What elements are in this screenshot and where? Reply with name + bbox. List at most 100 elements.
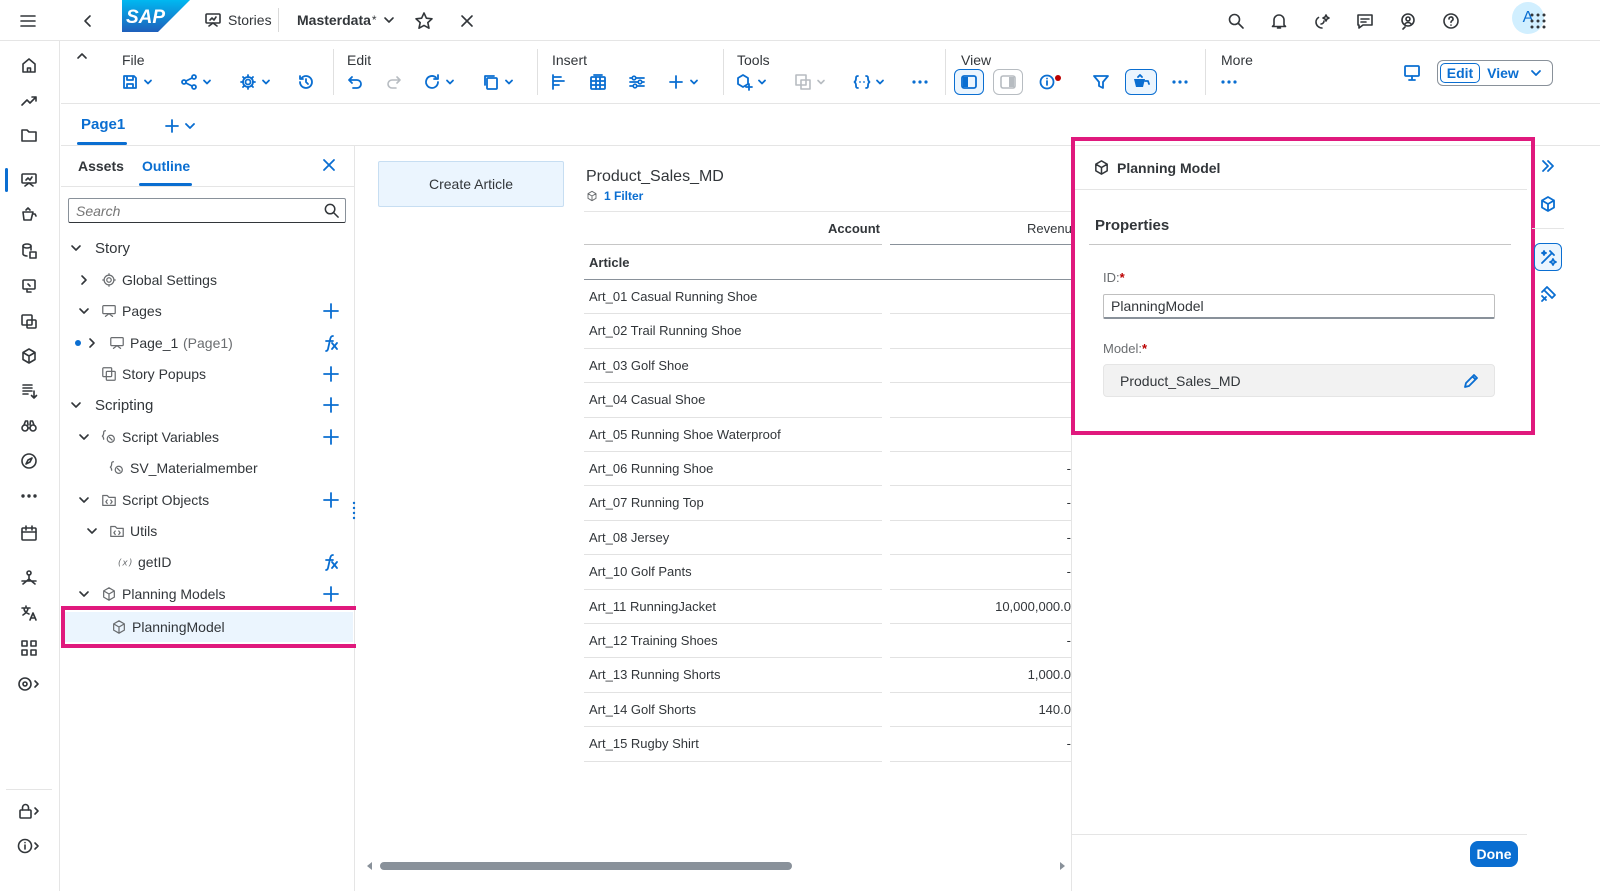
tree-node-story-popups[interactable]: Story Popups (61, 359, 355, 389)
add-scripting-icon[interactable] (321, 395, 341, 415)
edit-mode-button[interactable]: Edit (1440, 63, 1480, 83)
search-input[interactable] (76, 203, 316, 219)
close-icon[interactable] (452, 6, 482, 36)
redo-button[interactable] (385, 69, 403, 95)
right-panel-toggle[interactable] (993, 69, 1023, 95)
insert-more-button[interactable] (667, 69, 699, 95)
favorite-star-icon[interactable] (409, 6, 439, 36)
share-menu-button[interactable] (180, 69, 212, 95)
view-overflow-button[interactable] (1171, 69, 1189, 95)
insert-input-control-button[interactable] (628, 69, 646, 95)
table-cell-article[interactable]: Art_10 Golf Pants (589, 564, 692, 579)
analytic-applications-icon[interactable] (12, 200, 46, 230)
chevron-down-icon[interactable] (1530, 67, 1544, 81)
search-field[interactable] (68, 198, 346, 223)
tree-node-story[interactable]: Story (61, 233, 355, 263)
chevron-down-icon[interactable] (77, 493, 91, 507)
chevron-right-icon[interactable] (85, 336, 99, 350)
styling-brush-icon[interactable] (1534, 280, 1562, 308)
tools-add-button[interactable] (735, 69, 767, 95)
digital-boardroom-icon[interactable] (12, 271, 46, 301)
tree-node-getid[interactable]: (x) getID (61, 547, 355, 577)
refresh-menu-button[interactable] (423, 69, 455, 95)
data-analyzer-icon[interactable] (12, 306, 46, 336)
column-header-revenue[interactable]: Revenu (1027, 221, 1071, 236)
folder-icon[interactable] (12, 120, 46, 150)
version-history-button[interactable] (297, 69, 315, 95)
models-cube-icon[interactable] (12, 341, 46, 371)
tree-node-global-settings[interactable]: Global Settings (61, 265, 355, 295)
insert-table-button[interactable] (589, 69, 607, 95)
information-icon[interactable] (12, 831, 46, 861)
translation-icon[interactable] (12, 598, 46, 628)
script-variable-button[interactable] (853, 69, 885, 95)
system-settings-icon[interactable] (12, 669, 46, 699)
table-cell-article[interactable]: Art_02 Trail Running Shoe (589, 323, 741, 338)
add-script-variable-icon[interactable] (321, 427, 341, 447)
network-icon[interactable] (12, 563, 46, 593)
compass-icon[interactable] (12, 446, 46, 476)
tree-node-utils[interactable]: Utils (61, 516, 355, 546)
trend-icon[interactable] (12, 85, 46, 115)
add-popup-icon[interactable] (321, 364, 341, 384)
scrollbar-thumb[interactable] (380, 862, 792, 870)
binoculars-icon[interactable] (12, 411, 46, 441)
chevron-down-icon[interactable] (85, 524, 99, 538)
help-icon[interactable] (1436, 6, 1466, 36)
done-button[interactable]: Done (1470, 841, 1518, 867)
add-planning-model-icon[interactable] (321, 584, 341, 604)
table-cell-value[interactable]: 10,000,000.0 (995, 599, 1071, 614)
table-cell-article[interactable]: Art_06 Running Shoe (589, 461, 713, 476)
discussions-icon[interactable] (1393, 6, 1423, 36)
table-cell-article[interactable]: Art_11 RunningJacket (589, 599, 716, 614)
scroll-right-icon[interactable] (1058, 861, 1066, 871)
table-cell-article[interactable]: Art_05 Running Shoe Waterproof (589, 427, 781, 442)
table-cell-article[interactable]: Art_03 Golf Shoe (589, 358, 689, 373)
chevron-down-icon[interactable] (77, 430, 91, 444)
tree-node-scripting[interactable]: Scripting (61, 390, 355, 420)
content-network-icon[interactable] (12, 633, 46, 663)
story-title-menu[interactable]: Masterdata * (297, 8, 395, 32)
joule-assistant-icon[interactable] (1307, 6, 1337, 36)
settings-menu-button[interactable] (239, 69, 271, 95)
table-cell-article[interactable]: Art_13 Running Shorts (589, 667, 721, 682)
table-cell-value[interactable]: 140.0 (1038, 702, 1071, 717)
chevron-down-icon[interactable] (69, 398, 83, 412)
tree-node-script-variables[interactable]: Script Variables (61, 422, 355, 452)
cube-icon[interactable] (1534, 190, 1562, 218)
security-lock-icon[interactable] (12, 796, 46, 826)
create-article-button[interactable]: Create Article (378, 161, 564, 207)
add-script-object-icon[interactable] (321, 490, 341, 510)
chevron-down-icon[interactable] (77, 304, 91, 318)
chevron-down-icon[interactable] (69, 241, 83, 255)
info-status-button[interactable] (1038, 69, 1062, 95)
save-menu-button[interactable] (121, 69, 153, 95)
present-monitor-icon[interactable] (1402, 63, 1424, 85)
tree-node-script-objects[interactable]: Script Objects (61, 485, 355, 515)
app-grid-icon[interactable] (1523, 6, 1553, 36)
search-icon[interactable] (323, 202, 340, 219)
table-cell-article[interactable]: Art_04 Casual Shoe (589, 392, 705, 407)
left-panel-toggle[interactable] (954, 69, 984, 95)
search-icon[interactable] (1221, 6, 1251, 36)
chevron-right-icon[interactable] (77, 273, 91, 287)
application-mode-toggle[interactable] (1125, 69, 1157, 95)
sap-logo[interactable]: SAP (122, 0, 190, 32)
data-actions-icon[interactable] (12, 376, 46, 406)
menu-icon[interactable] (13, 6, 43, 36)
add-page-icon[interactable] (321, 301, 341, 321)
table-cell-article[interactable]: Art_08 Jersey (589, 530, 669, 545)
filter-button[interactable] (1092, 69, 1110, 95)
back-icon[interactable] (73, 6, 103, 36)
table-cell-article[interactable]: Art_15 Rugby Shirt (589, 736, 699, 751)
comments-icon[interactable] (1350, 6, 1380, 36)
tab-page1[interactable]: Page1 (81, 116, 125, 133)
tree-node-page-1[interactable]: Page_1 (Page1) (61, 328, 355, 358)
tools-data-button[interactable] (794, 69, 826, 95)
stories-button[interactable]: Stories (204, 6, 272, 34)
add-page-button[interactable] (164, 116, 204, 136)
more-overflow-button[interactable] (1220, 69, 1238, 95)
copy-menu-button[interactable] (482, 69, 514, 95)
tab-outline[interactable]: Outline (142, 158, 190, 174)
table-filter-token[interactable]: 1 Filter (586, 189, 643, 203)
